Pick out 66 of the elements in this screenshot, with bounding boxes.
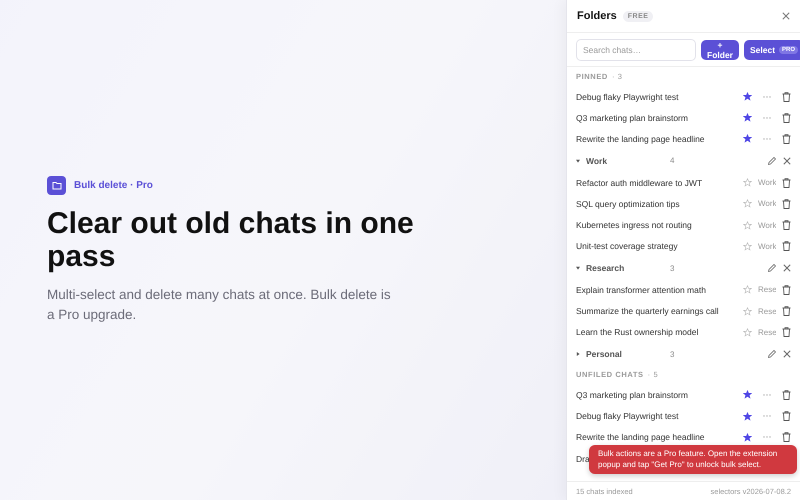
outline-star-icon[interactable] [743, 328, 752, 337]
outline-star-icon[interactable] [743, 285, 752, 294]
filled-star-icon[interactable] [743, 412, 752, 421]
folder-icon [47, 176, 66, 194]
folder-name[interactable]: Research [586, 263, 664, 274]
chat-title[interactable]: Debug flaky Playwright test [576, 92, 737, 102]
folder-count: 4 [670, 156, 676, 166]
trash-icon[interactable] [782, 411, 791, 422]
new-folder-button[interactable]: + Folder [701, 40, 739, 60]
close-button[interactable] [782, 12, 790, 20]
folder-tag: Rese [758, 285, 776, 294]
hero-title: Clear out old chats in one pass [47, 206, 415, 272]
outline-star-icon[interactable] [743, 178, 752, 188]
caret-icon[interactable] [576, 352, 580, 356]
trash-icon[interactable] [782, 178, 791, 188]
folder-name[interactable]: Work [586, 156, 664, 166]
edit-button[interactable] [767, 156, 777, 166]
filled-star-icon[interactable] [743, 432, 752, 442]
chat-title[interactable]: Explain transformer attention math [576, 284, 737, 295]
error-toast: Bulk actions are a Pro feature. Open the extension popup and tap "Get Pro" to unlock bulk select. [589, 445, 797, 474]
outline-star-icon[interactable] [743, 306, 752, 316]
filled-star-icon[interactable] [743, 134, 752, 144]
chat-title[interactable]: Kubernetes ingress not routing [576, 220, 737, 230]
close-button[interactable] [783, 350, 791, 358]
trash-icon[interactable] [782, 432, 791, 442]
folder-name[interactable]: Personal [586, 349, 664, 360]
close-button[interactable] [783, 156, 791, 165]
trash-icon[interactable] [782, 198, 791, 209]
hero-subtitle: Multi-select and delete many chats at once. Bulk delete is a Pro upgrade. [47, 286, 392, 324]
folder-count: 3 [670, 350, 676, 359]
outline-star-icon[interactable] [743, 220, 752, 230]
chat-title[interactable]: Debug flaky Playwright test [576, 411, 737, 422]
outline-star-icon[interactable] [743, 199, 752, 208]
panel-title: Folders [577, 10, 617, 22]
trash-icon[interactable] [782, 284, 791, 295]
chat-title[interactable]: Rewrite the landing page headline [576, 134, 737, 144]
trash-icon[interactable] [782, 306, 791, 316]
trash-icon[interactable] [782, 112, 791, 123]
search-field[interactable]: Search chats… [576, 38, 696, 60]
chat-title[interactable]: Refactor auth middleware to JWT [576, 178, 737, 188]
folder-tag: Rese [758, 328, 776, 337]
chat-title[interactable]: Summarize the quarterly earnings call [576, 306, 737, 316]
trash-icon[interactable] [782, 92, 791, 102]
feature-label: Bulk delete · Pro [74, 180, 153, 190]
trash-icon[interactable] [782, 220, 791, 230]
caret-icon[interactable] [576, 158, 580, 163]
trash-icon[interactable] [782, 327, 791, 338]
trash-icon[interactable] [782, 390, 791, 400]
trash-icon[interactable] [782, 134, 791, 144]
trash-icon[interactable] [782, 241, 791, 252]
caret-icon[interactable] [576, 266, 580, 270]
chat-title[interactable]: Q3 marketing plan brainstorm [576, 390, 737, 400]
folder-count: 3 [670, 264, 676, 273]
edit-button[interactable] [767, 349, 777, 360]
folder-tag: Rese [758, 306, 776, 316]
close-button[interactable] [783, 264, 791, 272]
filled-star-icon[interactable] [743, 92, 752, 102]
chat-title[interactable]: Unit-test coverage strategy [576, 241, 737, 252]
edit-button[interactable] [767, 263, 777, 274]
chat-title[interactable]: SQL query optimization tips [576, 198, 737, 209]
chat-title[interactable]: Learn the Rust ownership model [576, 327, 737, 338]
chat-title[interactable]: Q3 marketing plan brainstorm [576, 112, 737, 123]
filled-star-icon[interactable] [743, 390, 752, 400]
chat-title[interactable]: Rewrite the landing page headline [576, 432, 737, 442]
filled-star-icon[interactable] [743, 113, 752, 122]
outline-star-icon[interactable] [743, 242, 752, 251]
